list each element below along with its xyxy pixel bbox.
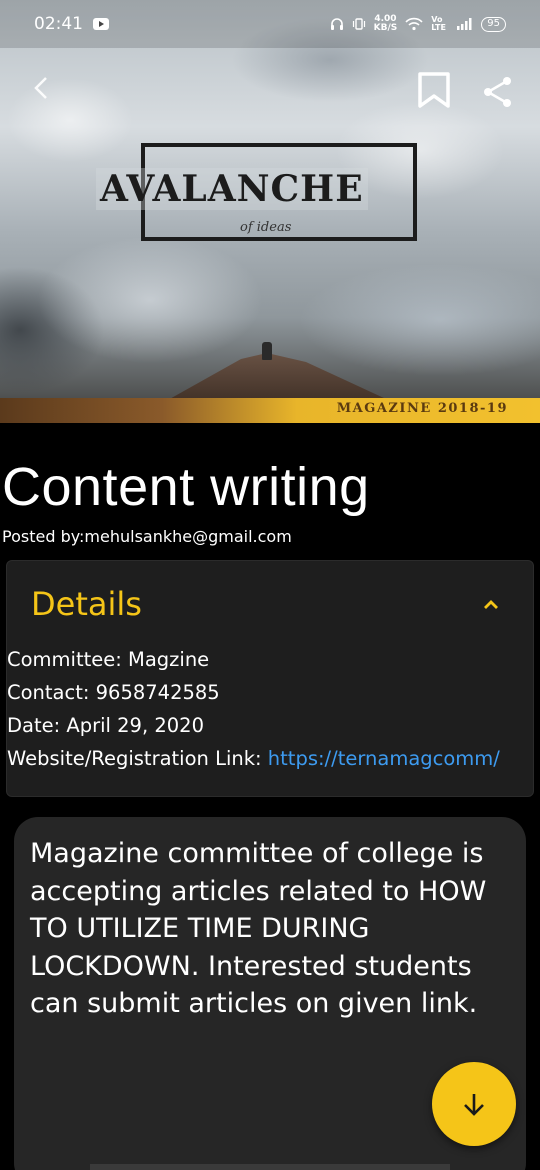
details-card: Details Committee: Magzine Contact: 9658…: [6, 560, 534, 797]
detail-contact: Contact: 9658742585: [7, 681, 220, 704]
back-arrow-icon[interactable]: [24, 70, 60, 106]
status-bar: 02:41 4.00 KB/S Vo LTE 95: [0, 0, 540, 48]
volte-label: Vo LTE: [431, 15, 446, 32]
post-cover-image: AVALANCHE of ideas MAGAZINE 2018-19: [0, 0, 540, 423]
bookmark-icon[interactable]: [416, 70, 452, 110]
detail-website-label: Website/Registration Link:: [7, 747, 268, 770]
chevron-up-icon[interactable]: [477, 591, 505, 619]
wifi-icon: [405, 17, 423, 31]
scroll-down-button[interactable]: [432, 1062, 516, 1146]
vibrate-icon: [352, 18, 365, 30]
post-description: Magazine committee of college is accepti…: [30, 838, 487, 1019]
share-icon[interactable]: [480, 74, 516, 110]
climber-figure: [262, 342, 272, 360]
magazine-logo-subtitle: of ideas: [240, 220, 292, 235]
youtube-notification-icon: [93, 18, 109, 30]
status-time: 02:41: [34, 14, 83, 34]
detail-website: Website/Registration Link: https://terna…: [7, 747, 500, 770]
post-title: Content writing: [2, 457, 370, 517]
registration-link[interactable]: https://ternamagcomm/: [268, 747, 500, 770]
details-heading[interactable]: Details: [31, 585, 142, 623]
headphones-icon: [330, 18, 343, 30]
network-speed: 4.00 KB/S: [373, 14, 398, 33]
magazine-logo-title: AVALANCHE: [96, 168, 368, 210]
battery-indicator: 95: [481, 16, 506, 32]
posted-by: Posted by:mehulsankhe@gmail.com: [2, 527, 292, 546]
signal-icon: [457, 18, 472, 30]
arrow-down-icon: [464, 1094, 484, 1116]
detail-date: Date: April 29, 2020: [7, 714, 204, 737]
detail-committee: Committee: Magzine: [7, 648, 210, 671]
cover-band-label: MAGAZINE 2018-19: [336, 401, 508, 416]
bottom-nav-handle: [90, 1164, 450, 1170]
